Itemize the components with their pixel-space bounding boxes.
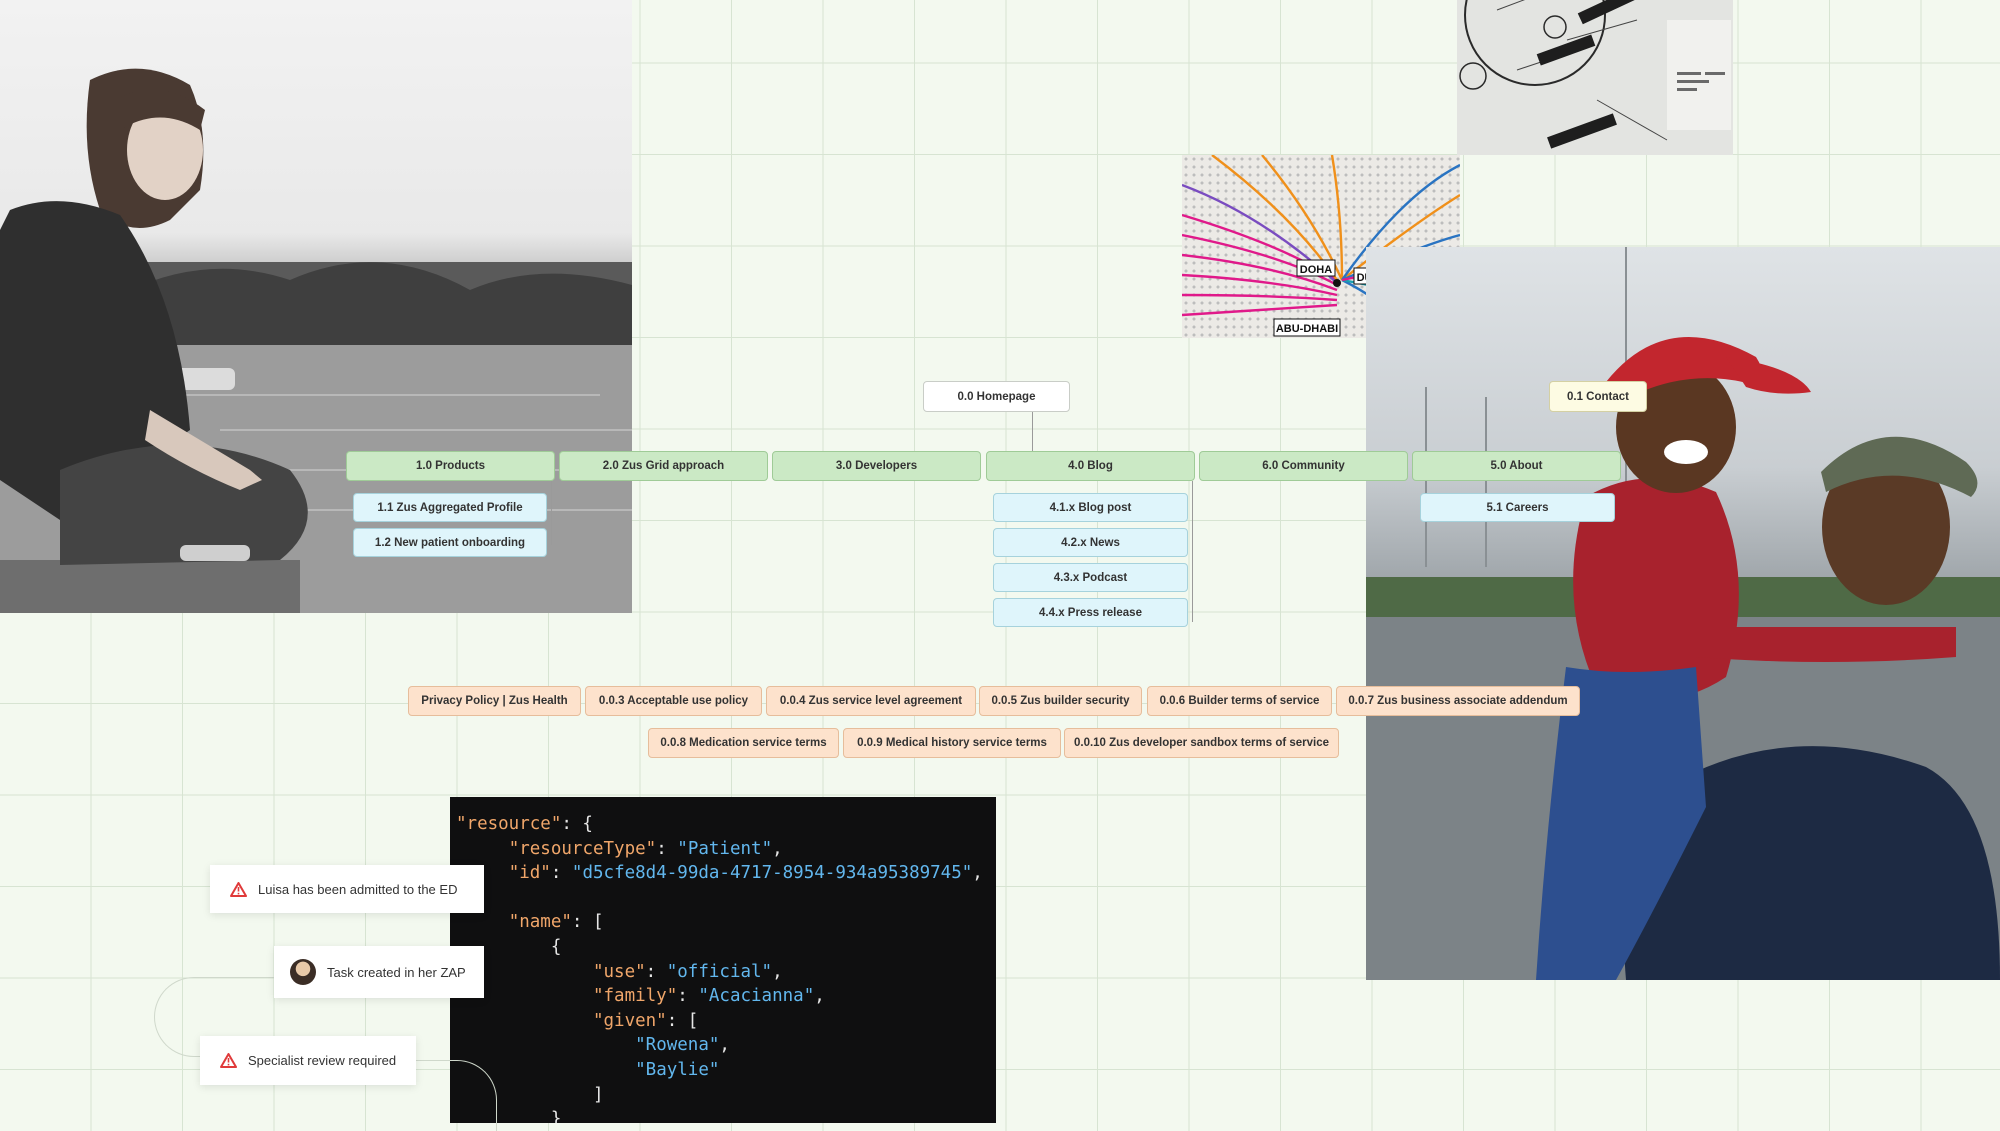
connector-products-children — [551, 481, 552, 545]
code-line: "id": "d5cfe8d4-99da-4717-8954-934a95389… — [456, 861, 996, 886]
code-key: "given" — [592, 1010, 667, 1031]
photo-father-and-son — [1366, 247, 2000, 980]
notification-text: Luisa has been admitted to the ED — [258, 881, 458, 897]
node-service-level-agreement[interactable]: 0.0.4 Zus service level agreement — [766, 686, 976, 716]
node-medical-history-service-terms[interactable]: 0.0.9 Medical history service terms — [843, 728, 1061, 758]
node-builder-terms-of-service[interactable]: 0.0.6 Builder terms of service — [1147, 686, 1332, 716]
node-blog[interactable]: 4.0 Blog — [986, 451, 1195, 481]
code-punct: : — [677, 986, 699, 1007]
notification-text: Specialist review required — [248, 1053, 397, 1068]
node-community[interactable]: 6.0 Community — [1199, 451, 1408, 481]
json-code-panel: "resource": { "resourceType": "Patient",… — [450, 797, 996, 1123]
node-medication-service-terms[interactable]: 0.0.8 Medication service terms — [648, 728, 839, 758]
node-podcast[interactable]: 4.3.x Podcast — [993, 563, 1188, 592]
sketch-illustration — [1459, 0, 1731, 149]
code-punct: : — [645, 961, 667, 982]
node-developer-sandbox-terms[interactable]: 0.0.10 Zus developer sandbox terms of se… — [1064, 728, 1339, 758]
code-punct: : [ — [571, 912, 604, 933]
alert-triangle-icon — [220, 1053, 237, 1068]
node-blog-post[interactable]: 4.1.x Blog post — [993, 493, 1188, 522]
family-photo-illustration — [1366, 247, 2000, 980]
code-punct: ] — [592, 1084, 604, 1105]
code-punct: , — [814, 986, 825, 1007]
code-value: "Rowena" — [635, 1035, 720, 1056]
node-zus-grid-approach[interactable]: 2.0 Zus Grid approach — [559, 451, 768, 481]
code-punct: : — [550, 863, 572, 884]
code-line: "Baylie" — [456, 1058, 996, 1083]
code-line: "resourceType": "Patient", — [456, 837, 996, 862]
notification-text: Task created in her ZAP — [327, 964, 466, 980]
code-key: "resourceType" — [508, 838, 657, 859]
map-label-doha: DOHA — [1300, 264, 1332, 276]
code-value: "Acacianna" — [698, 986, 815, 1007]
code-punct: { — [550, 936, 562, 957]
node-business-associate-addendum[interactable]: 0.0.7 Zus business associate addendum — [1336, 686, 1580, 716]
code-key: "use" — [592, 961, 646, 982]
node-about[interactable]: 5.0 About — [1412, 451, 1621, 481]
alert-triangle-icon — [230, 881, 247, 897]
code-punct: , — [772, 961, 783, 982]
notification-specialist-review[interactable]: Specialist review required — [200, 1036, 416, 1085]
avatar — [290, 959, 316, 985]
node-products[interactable]: 1.0 Products — [346, 451, 555, 481]
code-line: } — [456, 1107, 996, 1123]
node-homepage[interactable]: 0.0 Homepage — [923, 381, 1070, 412]
node-privacy-policy[interactable]: Privacy Policy | Zus Health — [408, 686, 581, 716]
code-punct: : [ — [666, 1010, 699, 1031]
code-punct: : — [656, 838, 678, 859]
photo-sketch-diagram — [1457, 0, 1733, 155]
code-line: "use": "official", — [456, 960, 996, 985]
code-punct: , — [972, 863, 983, 884]
code-line: "resource": { — [456, 812, 996, 837]
code-punct: : { — [561, 814, 593, 834]
node-contact[interactable]: 0.1 Contact — [1549, 381, 1647, 412]
code-line: "Rowena", — [456, 1033, 996, 1058]
flow-connector-right — [416, 1060, 497, 1131]
code-line: ] — [456, 1083, 996, 1108]
node-press-release[interactable]: 4.4.x Press release — [993, 598, 1188, 627]
code-punct: , — [772, 838, 783, 859]
notification-admitted[interactable]: Luisa has been admitted to the ED — [210, 865, 484, 913]
connector-blog-children — [1192, 481, 1193, 622]
code-line: "family": "Acacianna", — [456, 984, 996, 1009]
code-value: "official" — [666, 961, 773, 982]
code-punct: , — [719, 1035, 730, 1056]
node-careers[interactable]: 5.1 Careers — [1420, 493, 1615, 522]
code-line: { — [456, 935, 996, 960]
code-key: "name" — [508, 912, 572, 933]
node-developers[interactable]: 3.0 Developers — [772, 451, 981, 481]
node-acceptable-use-policy[interactable]: 0.0.3 Acceptable use policy — [585, 686, 762, 716]
code-key: "family" — [592, 986, 678, 1007]
code-key: "resource" — [456, 814, 562, 834]
node-news[interactable]: 4.2.x News — [993, 528, 1188, 557]
map-label-abu-dhabi: ABU-DHABI — [1276, 323, 1338, 335]
code-key: "id" — [508, 863, 551, 884]
code-value: "Patient" — [677, 838, 773, 859]
node-zus-aggregated-profile[interactable]: 1.1 Zus Aggregated Profile — [353, 493, 547, 522]
node-new-patient-onboarding[interactable]: 1.2 New patient onboarding — [353, 528, 547, 557]
code-value: "d5cfe8d4-99da-4717-8954-934a95389745" — [571, 863, 973, 884]
code-line: "given": [ — [456, 1009, 996, 1034]
code-punct: } — [550, 1109, 562, 1123]
code-line: "name": [ — [456, 910, 996, 935]
connector-homepage — [1032, 412, 1033, 451]
notification-task-created[interactable]: Task created in her ZAP — [274, 946, 484, 998]
node-builder-security[interactable]: 0.0.5 Zus builder security — [979, 686, 1142, 716]
code-value: "Baylie" — [635, 1059, 720, 1080]
